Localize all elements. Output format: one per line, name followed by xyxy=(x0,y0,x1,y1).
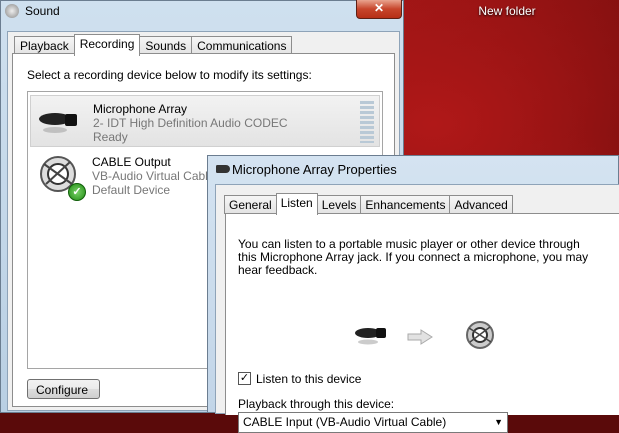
level-meter xyxy=(360,101,374,143)
dialog-title: Microphone Array Properties xyxy=(232,162,397,177)
chevron-down-icon: ▼ xyxy=(494,417,503,427)
device-driver: VB-Audio Virtual Cable xyxy=(92,169,215,183)
device-status: Ready xyxy=(93,130,128,144)
tab-levels[interactable]: Levels xyxy=(316,195,362,214)
configure-button[interactable]: Configure xyxy=(27,379,100,399)
device-status: Default Device xyxy=(92,183,171,197)
dialog-tabs: General Listen Levels Enhancements Advan… xyxy=(224,193,513,215)
device-item-microphone-array[interactable]: Microphone Array 2- IDT High Definition … xyxy=(30,95,380,147)
playback-through-label: Playback through this device: xyxy=(238,397,395,411)
speaker-icon xyxy=(5,4,19,18)
device-driver: 2- IDT High Definition Audio CODEC xyxy=(93,116,288,130)
tab-recording[interactable]: Recording xyxy=(73,34,141,56)
close-button[interactable]: ✕ xyxy=(356,0,402,19)
cable-device-icon xyxy=(466,321,494,349)
device-name: CABLE Output xyxy=(92,155,171,169)
tab-advanced[interactable]: Advanced xyxy=(449,195,513,214)
properties-dialog: Microphone Array Properties General List… xyxy=(207,155,619,433)
desktop-folder-label[interactable]: New folder xyxy=(464,4,550,18)
listen-panel: You can listen to a portable music playe… xyxy=(225,213,619,433)
listen-checkbox[interactable]: ✓ xyxy=(238,372,251,385)
sound-window-title: Sound xyxy=(25,4,60,18)
dialog-body: General Listen Levels Enhancements Advan… xyxy=(215,184,619,433)
playback-selected-value: CABLE Input (VB-Audio Virtual Cable) xyxy=(243,415,447,429)
tab-listen[interactable]: Listen xyxy=(275,193,318,215)
default-check-icon: ✓ xyxy=(68,183,86,201)
instruction-text: Select a recording device below to modif… xyxy=(27,68,312,82)
sound-title-bar[interactable]: Sound xyxy=(1,1,405,23)
device-name: Microphone Array xyxy=(93,102,188,116)
listen-checkbox-label[interactable]: Listen to this device xyxy=(256,372,361,386)
arrow-right-icon xyxy=(407,329,433,345)
microphone-icon xyxy=(216,165,230,173)
playback-device-select[interactable]: CABLE Input (VB-Audio Virtual Cable) ▼ xyxy=(238,412,508,433)
microphone-icon xyxy=(355,328,386,345)
microphone-icon xyxy=(39,113,77,133)
tab-enhancements[interactable]: Enhancements xyxy=(360,195,451,214)
listen-description: You can listen to a portable music playe… xyxy=(238,237,589,277)
tab-general[interactable]: General xyxy=(224,195,277,214)
